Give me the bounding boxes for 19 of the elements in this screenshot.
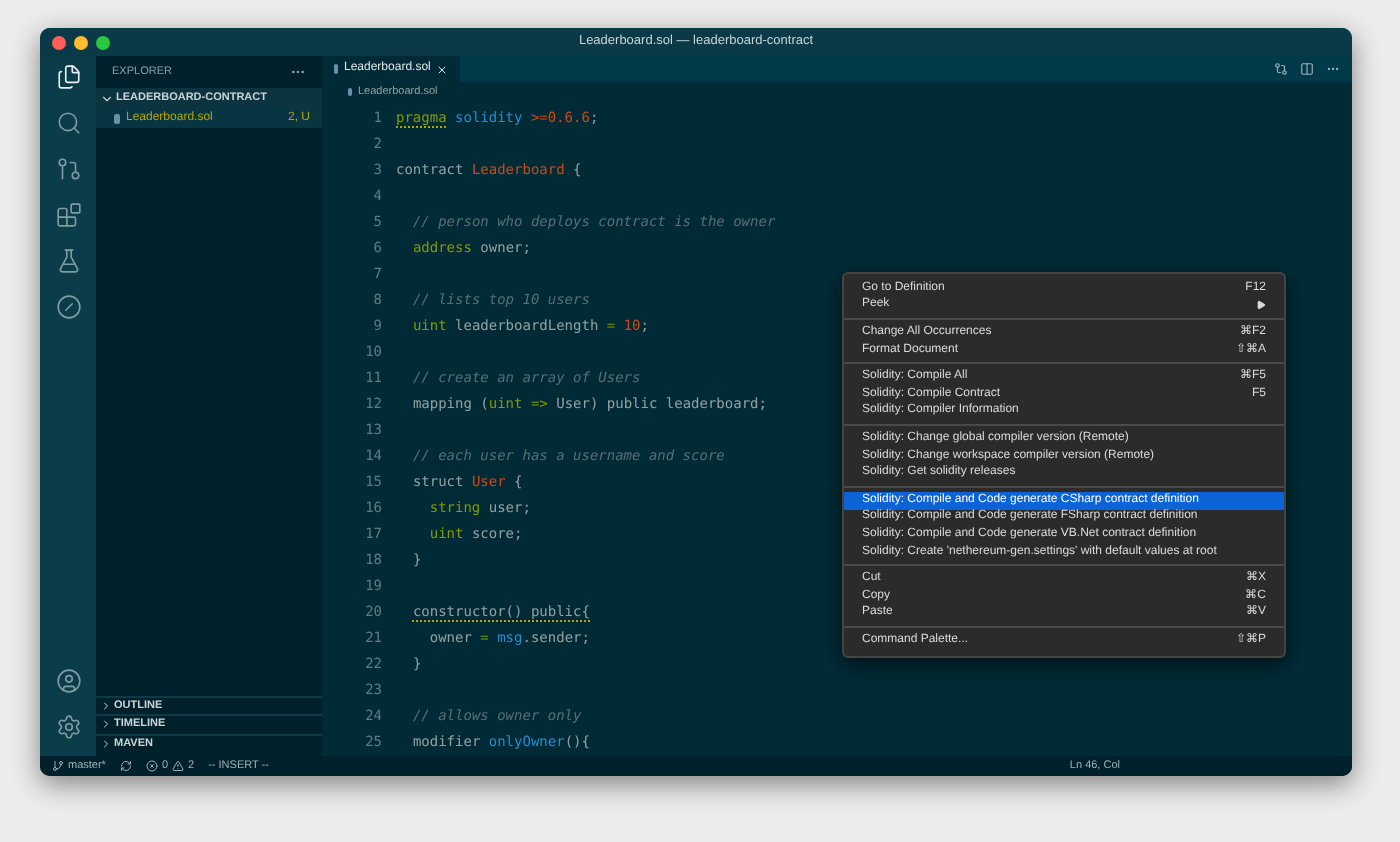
circle-slash-icon[interactable] — [55, 294, 81, 320]
extensions-icon[interactable] — [55, 202, 81, 228]
branch-icon — [52, 760, 64, 772]
files-icon[interactable] — [55, 64, 81, 90]
minimize-window-button[interactable] — [74, 35, 88, 49]
split-editor-icon[interactable] — [1300, 62, 1314, 77]
maximize-window-button[interactable] — [96, 35, 110, 49]
close-icon[interactable] — [436, 63, 449, 76]
source-control-icon[interactable] — [55, 156, 81, 182]
sync-icon[interactable] — [119, 760, 132, 772]
settings-icon[interactable] — [55, 714, 81, 740]
chevron-down-icon — [100, 91, 114, 105]
flask-icon[interactable] — [55, 248, 81, 274]
warning-icon — [172, 760, 185, 772]
search-icon[interactable] — [55, 110, 81, 136]
close-window-button[interactable] — [52, 35, 66, 49]
error-icon — [145, 760, 158, 772]
compare-icon[interactable] — [1274, 62, 1288, 77]
account-icon[interactable] — [55, 668, 81, 694]
